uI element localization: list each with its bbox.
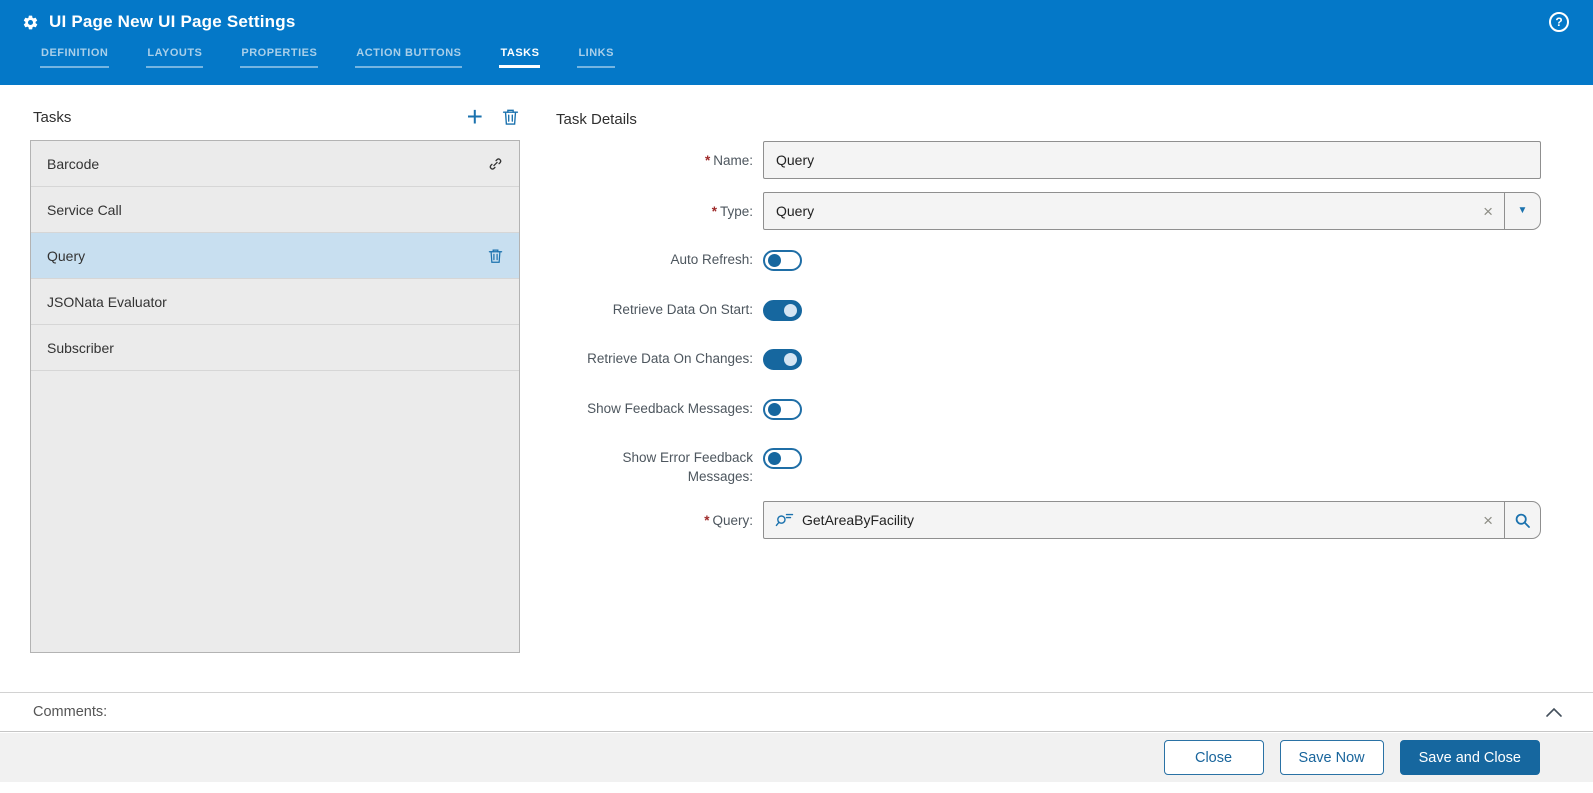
tab-tasks[interactable]: TASKS (499, 47, 541, 68)
show-error-feedback-label: Show Error Feedback Messages: (622, 450, 753, 484)
task-list: Barcode Service Call Query JSONata Evaluato… (30, 140, 520, 653)
save-now-button[interactable]: Save Now (1279, 740, 1384, 775)
type-input[interactable] (764, 193, 1473, 229)
query-type-icon (764, 512, 794, 528)
tab-links[interactable]: LINKS (577, 47, 615, 68)
chevron-up-icon (1546, 707, 1562, 717)
type-select: × ▼ (763, 192, 1541, 230)
link-icon[interactable] (488, 156, 503, 172)
required-asterisk: * (704, 153, 711, 168)
search-icon (1515, 513, 1530, 528)
show-feedback-row: Show Feedback Messages: (556, 399, 1541, 420)
tasks-panel-header: Tasks + (33, 103, 519, 131)
task-list-item-barcode[interactable]: Barcode (31, 141, 519, 187)
required-asterisk: * (704, 513, 710, 528)
query-input[interactable] (794, 502, 1473, 538)
comments-bar: Comments: (0, 692, 1593, 732)
help-icon[interactable]: ? (1549, 12, 1569, 32)
header: UI Page New UI Page Settings ? DEFINITIO… (0, 0, 1593, 85)
task-details-title: Task Details (556, 111, 637, 128)
tab-bar: DEFINITION LAYOUTS PROPERTIES ACTION BUTTON… (0, 32, 1593, 68)
toggle-knob (768, 254, 781, 267)
auto-refresh-label: Auto Refresh: (670, 252, 753, 267)
tab-definition[interactable]: DEFINITION (40, 47, 110, 68)
delete-tasks-button[interactable] (502, 108, 519, 126)
task-item-label: Subscriber (47, 339, 114, 356)
add-task-button[interactable]: + (467, 103, 483, 131)
type-field-row: *Type: × ▼ (556, 192, 1541, 230)
tasks-panel-actions: + (467, 103, 519, 131)
type-dropdown-button[interactable]: ▼ (1504, 193, 1540, 229)
clear-type-icon[interactable]: × (1472, 203, 1504, 220)
ui-page-settings-window: UI Page New UI Page Settings ? DEFINITIO… (0, 0, 1593, 793)
save-and-close-button[interactable]: Save and Close (1399, 740, 1540, 775)
retrieve-on-changes-row: Retrieve Data On Changes: (556, 349, 1541, 370)
query-field-label: * Query: (556, 501, 753, 530)
tasks-panel-title: Tasks (33, 108, 72, 126)
link-icon (489, 157, 502, 170)
chevron-down-icon: ▼ (1517, 205, 1528, 216)
retrieve-on-changes-label: Retrieve Data On Changes: (587, 351, 753, 366)
auto-refresh-toggle[interactable] (763, 250, 802, 271)
close-button[interactable]: Close (1163, 740, 1264, 775)
query-search-button[interactable] (1504, 502, 1540, 538)
task-list-item-jsonata-evaluator[interactable]: JSONata Evaluator (31, 279, 519, 325)
retrieve-on-start-toggle[interactable] (763, 300, 802, 321)
name-input[interactable] (763, 141, 1541, 179)
type-field-label: * Type: (556, 192, 753, 221)
clear-query-icon[interactable]: × (1472, 512, 1504, 529)
trash-icon (488, 248, 503, 263)
task-item-label: JSONata Evaluator (47, 293, 167, 310)
toggle-knob (784, 304, 797, 317)
page-title: UI Page New UI Page Settings (49, 12, 296, 31)
task-item-label: Query (47, 247, 86, 264)
retrieve-on-changes-toggle[interactable] (763, 349, 802, 370)
tab-action-buttons[interactable]: ACTION BUTTONS (355, 47, 463, 68)
name-field-label: * Name: (556, 141, 753, 170)
name-field-row: * Name: (556, 141, 1541, 179)
help-glyph: ? (1555, 15, 1563, 29)
trash-icon (502, 109, 519, 125)
footer-action-bar: Close Save Now Save and Close (0, 733, 1593, 782)
task-list-item-service-call[interactable]: Service Call (31, 187, 519, 233)
name-label-text: Name: (713, 153, 753, 168)
auto-refresh-row: Auto Refresh: (556, 250, 1541, 271)
query-picker: × (763, 501, 1541, 539)
trash-icon[interactable] (488, 248, 503, 264)
retrieve-on-start-row: Retrieve Data On Start: (556, 300, 1541, 321)
query-field-row: *Query: × (556, 501, 1541, 539)
toggle-knob (784, 353, 797, 366)
task-list-item-subscriber[interactable]: Subscriber (31, 325, 519, 371)
task-item-label: Barcode (47, 155, 100, 172)
settings-gear-icon (22, 14, 39, 31)
required-asterisk: * (711, 204, 717, 219)
query-label-text: Query: (712, 513, 753, 528)
toggle-knob (768, 403, 781, 416)
comments-label: Comments: (33, 704, 108, 720)
task-list-item-query[interactable]: Query (31, 233, 519, 279)
type-label-text: Type: (719, 204, 753, 219)
show-feedback-toggle[interactable] (763, 399, 802, 420)
show-error-feedback-row: Show Error Feedback Messages: (556, 448, 1541, 486)
task-item-label: Service Call (47, 201, 122, 218)
collapse-comments-button[interactable] (1545, 707, 1563, 718)
retrieve-on-start-label: Retrieve Data On Start: (612, 302, 753, 317)
show-error-feedback-toggle[interactable] (763, 448, 802, 469)
show-feedback-label: Show Feedback Messages: (587, 401, 753, 416)
toggle-knob (768, 452, 781, 465)
title-row: UI Page New UI Page Settings ? (0, 0, 1593, 32)
tab-properties[interactable]: PROPERTIES (240, 47, 319, 68)
tab-layouts[interactable]: LAYOUTS (146, 47, 204, 68)
